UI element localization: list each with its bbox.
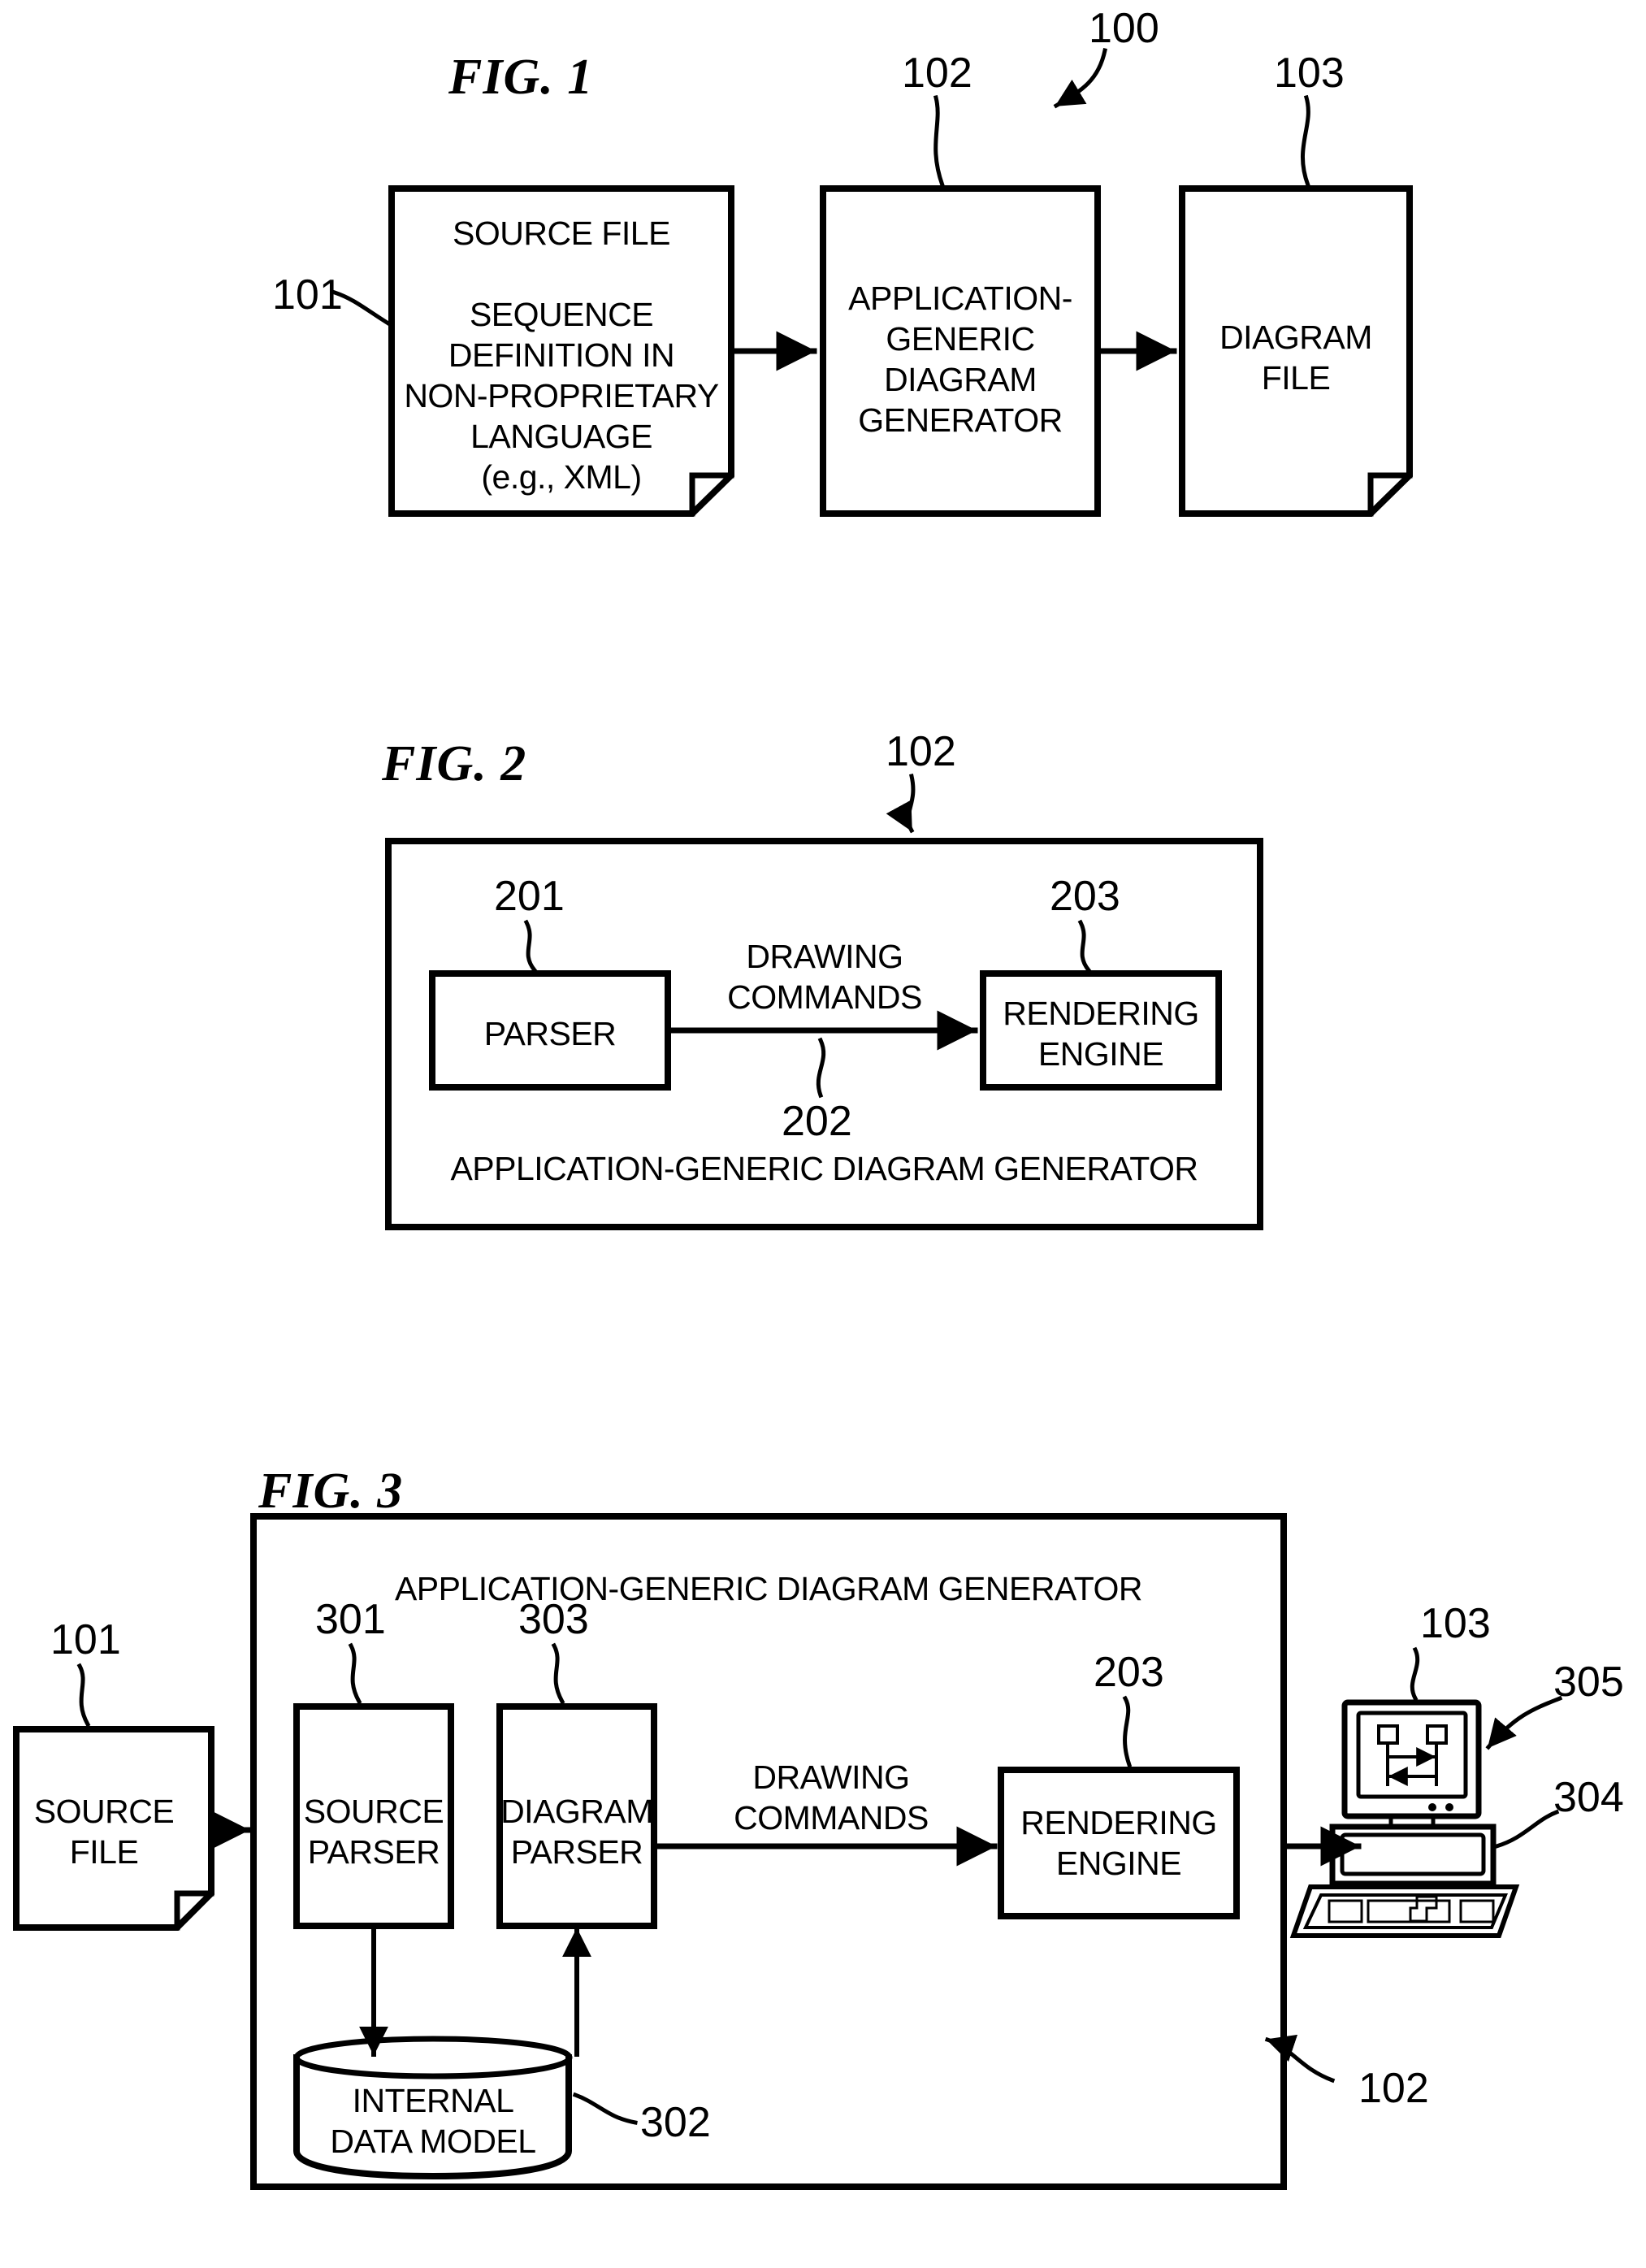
fig3-ref-303: 303	[518, 1596, 589, 1643]
fig3-source-parser-label: SOURCE PARSER	[303, 1793, 444, 1871]
fig1-ref-100: 100	[1089, 5, 1159, 52]
fig3-diagram-parser-label: DIAGRAM PARSER	[500, 1793, 653, 1871]
fig3-container-caption: APPLICATION-GENERIC DIAGRAM GENERATOR	[394, 1570, 1143, 1607]
fig2-rendering-engine-label: RENDERING ENGINE	[1003, 995, 1199, 1073]
fig2-ref-202: 202	[782, 1098, 852, 1145]
fig3-ref-302: 302	[640, 2099, 711, 2146]
fig2-ref-201: 201	[494, 873, 565, 920]
fig1-ref-101: 101	[272, 271, 343, 319]
fig3-internal-data-model-label: INTERNAL DATA MODEL	[330, 2082, 536, 2161]
fig1-title: FIG. 1	[448, 50, 594, 105]
fig2-drawing-commands-label: DRAWING COMMANDS	[727, 938, 922, 1017]
fig3-ref-101: 101	[50, 1616, 121, 1663]
fig3-ref-305: 305	[1553, 1659, 1624, 1706]
fig3-ref-103: 103	[1420, 1600, 1491, 1647]
fig3-ref-304: 304	[1553, 1774, 1624, 1821]
fig2-ref-102: 102	[886, 728, 956, 775]
patent-drawing-sheet: FIG. 1 100 101 102 103 SOURCE FILE SEQUE…	[0, 0, 1646, 2268]
fig1-diagram-file-label: DIAGRAM FILE	[1219, 319, 1372, 397]
fig1-source-file-label: SOURCE FILE SEQUENCE DEFINITION IN NON-P…	[404, 215, 719, 497]
fig2-title: FIG. 2	[382, 736, 527, 791]
fig3-ref-203: 203	[1094, 1649, 1164, 1696]
fig3-ref-301: 301	[315, 1596, 386, 1643]
fig3-rendering-engine-label: RENDERING ENGINE	[1020, 1804, 1217, 1883]
fig3-source-file-label: SOURCE FILE	[33, 1793, 175, 1871]
fig3-drawing-commands-label: DRAWING COMMANDS	[734, 1758, 929, 1837]
fig3-computer-shape	[1289, 1699, 1520, 1938]
fig2-ref-203: 203	[1050, 873, 1120, 920]
fig2-container-caption: APPLICATION-GENERIC DIAGRAM GENERATOR	[450, 1150, 1198, 1187]
fig1-generator-label: APPLICATION- GENERIC DIAGRAM GENERATOR	[848, 280, 1072, 440]
fig1-ref-103: 103	[1274, 50, 1345, 97]
fig3-title: FIG. 3	[258, 1464, 404, 1519]
fig3-ref-102: 102	[1358, 2065, 1429, 2112]
fig2-parser-label: PARSER	[483, 1015, 617, 1052]
fig1-ref-102: 102	[902, 50, 972, 97]
